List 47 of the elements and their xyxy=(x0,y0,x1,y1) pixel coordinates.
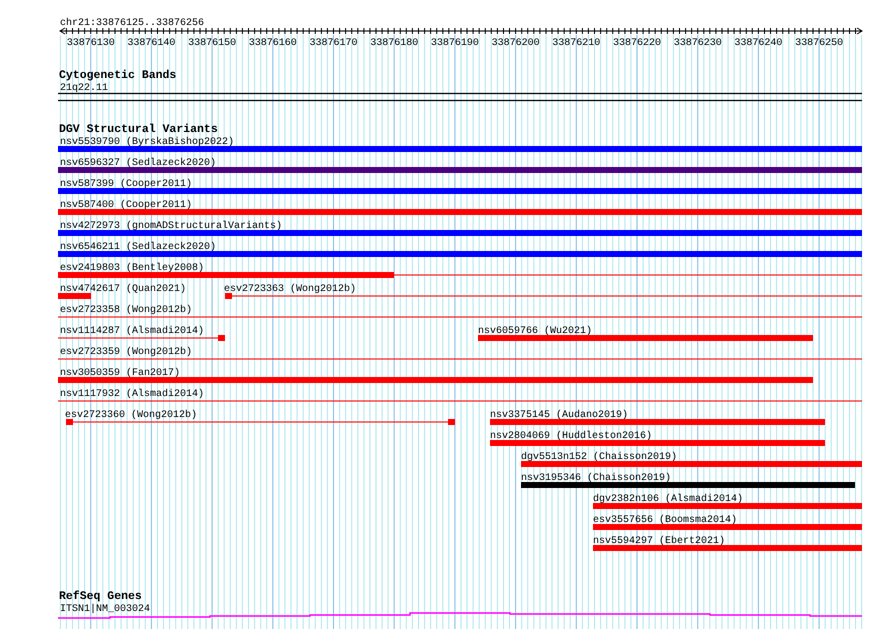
variant-label: nsv3195346 (Chaisson2019) xyxy=(521,473,672,484)
band-label: 21q22.11 xyxy=(60,83,108,94)
variant-feature[interactable] xyxy=(225,293,862,299)
ruler-tick-label: 33876180 xyxy=(370,38,418,49)
variant-label: nsv3050359 (Fan2017) xyxy=(60,368,180,379)
track-title: Cytogenetic Bands xyxy=(59,69,176,82)
variant-label: nsv6596327 (Sedlazeck2020) xyxy=(60,158,216,169)
variant-label: esv3557656 (Boomsma2014) xyxy=(593,515,738,526)
variant-label: nsv2804069 (Huddleston2016) xyxy=(490,431,652,442)
variant-label: nsv6546211 (Sedlazeck2020) xyxy=(60,242,216,253)
variant-label: nsv587399 (Cooper2011) xyxy=(60,179,192,190)
variant-feature[interactable] xyxy=(66,419,455,425)
variant-label: nsv3375145 (Audano2019) xyxy=(490,410,628,421)
variant-label: esv2723363 (Wong2012b) xyxy=(224,284,356,295)
variant-label: nsv6059766 (Wu2021) xyxy=(478,326,592,337)
variant-label: esv2723360 (Wong2012b) xyxy=(65,410,198,421)
ruler-tick-label: 33876240 xyxy=(734,38,782,49)
region-label: chr21:33876125..33876256 xyxy=(60,18,204,29)
gene-line[interactable] xyxy=(58,612,862,619)
ruler-tick-label: 33876160 xyxy=(248,38,297,49)
ruler-tick-label: 33876190 xyxy=(430,38,479,49)
ruler-tick-label: 33876170 xyxy=(310,38,358,49)
variant-label: nsv1114287 (Alsmadi2014) xyxy=(60,326,204,337)
ruler-tick-label: 33876250 xyxy=(795,38,844,49)
variant-label: esv2419803 (Bentley2008) xyxy=(60,263,204,274)
variant-label: esv2723358 (Wong2012b) xyxy=(60,305,192,316)
track-title: RefSeq Genes xyxy=(59,590,142,603)
variant-feature[interactable] xyxy=(58,335,225,341)
track-title: DGV Structural Variants xyxy=(59,123,218,136)
ruler-tick-label: 33876150 xyxy=(188,38,236,49)
ruler-tick-label: 33876140 xyxy=(127,38,176,49)
variant-label: dgv5513n152 (Chaisson2019) xyxy=(521,452,678,463)
variant-label: nsv5539790 (ByrskaBishop2022) xyxy=(60,137,234,148)
variant-label: nsv587400 (Cooper2011) xyxy=(60,200,192,211)
variant-label: nsv4742617 (Quan2021) xyxy=(60,284,186,295)
variant-label: esv2723359 (Wong2012b) xyxy=(60,347,192,358)
ruler-tick-label: 33876230 xyxy=(674,38,722,49)
ruler-tick-label: 33876220 xyxy=(613,38,661,49)
variant-feature[interactable] xyxy=(58,272,862,278)
gene-label: ITSN1|NM_003024 xyxy=(60,604,150,615)
ruler-tick-label: 33876130 xyxy=(66,38,115,49)
variant-label: nsv5594297 (Ebert2021) xyxy=(593,536,726,547)
variant-label: dgv2382n106 (Alsmadi2014) xyxy=(593,494,744,505)
variant-label: nsv1117932 (Alsmadi2014) xyxy=(60,389,204,400)
variant-label: nsv4272973 (gnomADStructuralVariants) xyxy=(60,221,282,232)
ruler-tick-label: 33876200 xyxy=(492,38,540,49)
ruler-tick-label: 33876210 xyxy=(552,38,600,49)
